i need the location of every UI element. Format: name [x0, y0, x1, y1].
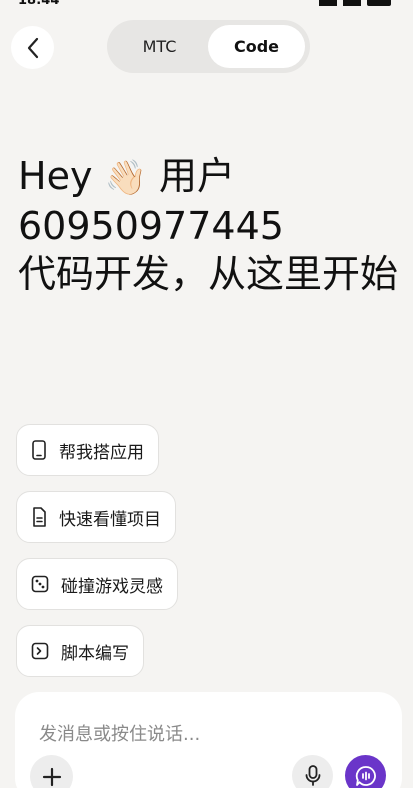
suggestion-script-writing[interactable]: 脚本编写: [16, 625, 144, 677]
mic-button[interactable]: [292, 755, 333, 788]
signal-icon: [319, 0, 337, 6]
status-icons: [319, 0, 391, 6]
status-bar: 18:44: [0, 0, 413, 8]
suggestion-label: 快速看懂项目: [59, 509, 161, 530]
tagline: 代码开发，从这里开始: [18, 252, 399, 296]
add-button[interactable]: [30, 755, 73, 788]
message-composer: 发消息或按住说话...: [15, 692, 402, 788]
mic-icon: [305, 764, 320, 786]
document-icon: [33, 507, 46, 527]
suggestion-label: 脚本编写: [61, 643, 129, 664]
greeting-line: Hey 👋🏻 用户: [18, 152, 398, 202]
wave-emoji: 👋🏻: [104, 158, 147, 198]
user-label: 用户: [158, 154, 235, 198]
tab-mtc[interactable]: MTC: [112, 25, 207, 68]
voice-chat-icon: [355, 765, 376, 786]
top-nav: MTC Code: [0, 20, 413, 74]
suggestion-understand-project[interactable]: 快速看懂项目: [16, 491, 176, 543]
suggestion-build-app[interactable]: 帮我搭应用: [16, 424, 159, 476]
battery-icon: [367, 0, 391, 6]
voice-chat-button[interactable]: [345, 755, 386, 788]
back-button[interactable]: [11, 26, 54, 69]
suggestion-label: 帮我搭应用: [59, 442, 144, 463]
plus-icon: [42, 767, 61, 786]
tab-code[interactable]: Code: [208, 25, 305, 68]
status-time: 18:44: [18, 0, 60, 8]
message-input[interactable]: 发消息或按住说话...: [39, 720, 200, 746]
suggestion-label: 碰撞游戏灵感: [61, 576, 163, 597]
suggestion-game-ideas[interactable]: 碰撞游戏灵感: [16, 558, 178, 610]
signal-icon: [343, 0, 361, 6]
greeting-text: Hey: [18, 154, 93, 198]
script-icon: [31, 642, 49, 660]
chevron-left-icon: [27, 37, 38, 58]
dice-icon: [31, 575, 49, 593]
user-id: 60950977445: [18, 204, 284, 248]
mode-switch: MTC Code: [107, 20, 310, 73]
hero-greeting: Hey 👋🏻 用户 60950977445 代码开发，从这里开始: [18, 152, 398, 298]
phone-icon: [32, 440, 46, 460]
